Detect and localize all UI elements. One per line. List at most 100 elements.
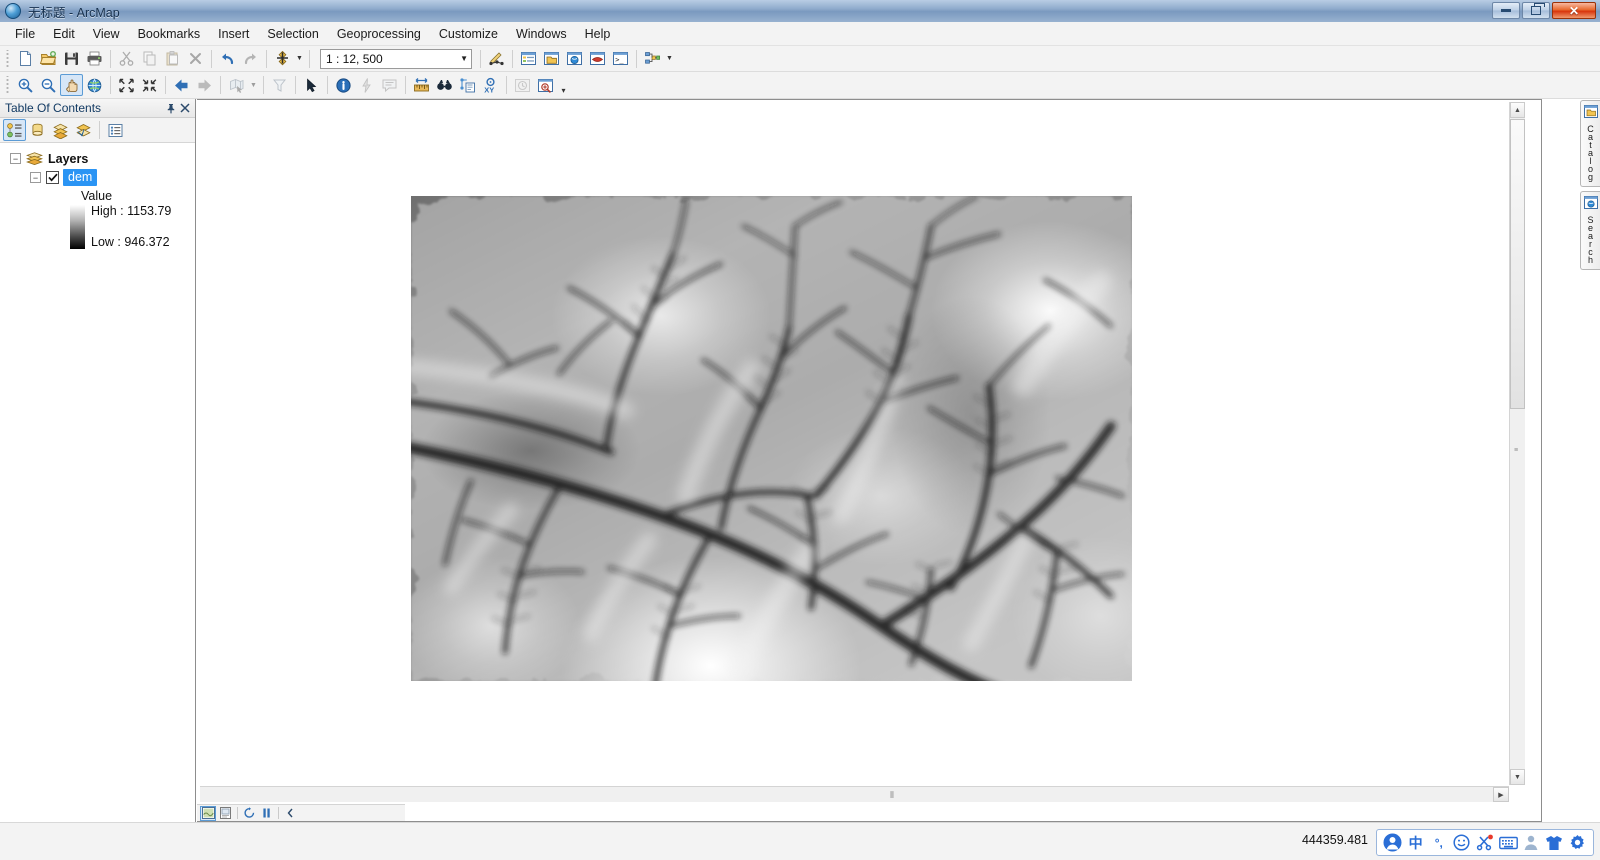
menu-bookmarks[interactable]: Bookmarks [129,24,210,44]
collapse-panel-icon[interactable] [282,806,298,821]
python-window-icon[interactable]: >_ [609,48,632,70]
editor-toolbar-icon[interactable] [485,48,508,70]
modelbuilder-dropdown-arrow[interactable]: ▼ [664,48,675,70]
ime-logo-icon[interactable] [1383,833,1403,853]
save-icon[interactable] [60,48,83,70]
undo-icon[interactable] [216,48,239,70]
go-back-icon[interactable] [170,74,193,96]
data-view-icon[interactable] [200,805,216,821]
table-of-contents-panel: Table Of Contents − Layers − dem Value H… [0,99,196,822]
print-icon[interactable] [83,48,106,70]
catalog-window-icon[interactable] [540,48,563,70]
standard-toolbar: ▼ 1 : 12, 500 ▼ >_ ▼ [0,46,1600,72]
list-by-drawing-order-icon[interactable] [3,119,26,141]
menu-insert[interactable]: Insert [209,24,258,44]
find-route-icon[interactable] [456,74,479,96]
vertical-scroll-thumb[interactable] [1510,119,1525,409]
zoom-in-icon[interactable] [14,74,37,96]
toolbar-grip[interactable] [4,76,11,94]
ime-toolbar[interactable]: 中 °, [1376,829,1594,856]
menu-customize[interactable]: Customize [430,24,507,44]
list-by-visibility-icon[interactable] [49,119,72,141]
right-dock-tabs: Catalog Search [1580,100,1600,274]
add-data-icon[interactable] [271,48,294,70]
chevron-down-icon[interactable]: ▼ [460,50,468,68]
menu-view[interactable]: View [84,24,129,44]
full-extent-icon[interactable] [83,74,106,96]
menu-selection[interactable]: Selection [258,24,327,44]
pan-icon[interactable] [60,74,83,96]
arctoolbox-icon[interactable] [586,48,609,70]
expander-dem[interactable]: − [30,172,41,183]
select-features-dropdown-arrow: ▼ [250,81,257,89]
find-icon[interactable] [433,74,456,96]
ime-settings-icon[interactable] [1567,833,1587,853]
ime-keyboard-icon[interactable] [1498,833,1518,853]
map-data-frame[interactable]: ▲ ≡ ▼ ⦀ ▶ [197,99,1542,822]
toolbar-separator [327,76,328,94]
layer-visibility-checkbox[interactable] [46,171,59,184]
scroll-right-button[interactable]: ▶ [1493,787,1509,802]
table-of-contents-icon[interactable] [517,48,540,70]
close-icon[interactable] [178,101,192,115]
pause-drawing-icon[interactable] [258,806,274,821]
scroll-down-button[interactable]: ▼ [1510,769,1525,785]
catalog-icon [1583,105,1598,121]
toolbar-separator [512,49,513,68]
clear-selection-icon [268,74,291,96]
toc-options-icon[interactable] [104,119,127,141]
refresh-view-icon[interactable] [241,806,257,821]
legend-low-label: Low : 946.372 [91,235,170,249]
ime-skin-icon[interactable] [1544,833,1564,853]
menu-edit[interactable]: Edit [44,24,84,44]
map-scale-combo[interactable]: 1 : 12, 500 ▼ [320,48,472,69]
close-button[interactable]: ✕ [1552,2,1596,19]
identify-icon[interactable] [332,74,355,96]
menu-windows[interactable]: Windows [507,24,576,44]
title-bar: 无标题 - ArcMap ✕ [0,0,1600,22]
toolbar-separator [480,49,481,68]
new-map-icon[interactable] [14,48,37,70]
go-to-xy-icon[interactable]: XY [479,74,502,96]
restore-button[interactable] [1522,2,1550,19]
minimize-button[interactable] [1492,2,1520,19]
dem-raster[interactable] [411,196,1132,681]
expander-layers[interactable]: − [10,153,21,164]
list-by-selection-icon[interactable] [72,119,95,141]
menu-file[interactable]: File [6,24,44,44]
toolbar-separator [110,49,111,68]
measure-icon[interactable] [410,74,433,96]
toc-root-layers[interactable]: − Layers [10,149,195,168]
zoom-out-icon[interactable] [37,74,60,96]
dock-tab-search[interactable]: Search [1580,191,1600,270]
fixed-zoom-in-icon[interactable] [115,74,138,96]
ime-user-icon[interactable] [1521,833,1541,853]
modelbuilder-icon[interactable] [641,48,664,70]
add-data-dropdown-arrow[interactable]: ▼ [294,48,305,70]
scroll-up-button[interactable]: ▲ [1510,102,1525,118]
list-by-source-icon[interactable] [26,119,49,141]
dock-tab-catalog[interactable]: Catalog [1580,100,1600,187]
map-vertical-scrollbar[interactable]: ▲ ≡ ▼ [1509,102,1525,785]
fixed-zoom-out-icon[interactable] [138,74,161,96]
search-window-icon[interactable] [563,48,586,70]
open-icon[interactable] [37,48,60,70]
ime-screenshot-icon[interactable] [1475,833,1495,853]
layout-view-icon[interactable] [217,806,233,821]
toc-title-bar: Table Of Contents [0,99,195,118]
ime-punctuation-icon[interactable]: °, [1429,833,1449,853]
menu-geoprocessing[interactable]: Geoprocessing [328,24,430,44]
vertical-scroll-grip: ≡ [1514,447,1520,454]
ime-emoji-icon[interactable] [1452,833,1472,853]
toc-layer-label[interactable]: dem [63,169,98,186]
toc-layer-dem[interactable]: − dem [30,168,195,187]
pin-icon[interactable] [164,101,178,115]
ime-language-icon[interactable]: 中 [1406,833,1426,853]
menu-help[interactable]: Help [576,24,620,44]
select-elements-icon[interactable] [300,74,323,96]
map-horizontal-scrollbar[interactable]: ⦀ ▶ [200,786,1509,802]
toolbar-overflow-icon[interactable]: ▾ [557,73,570,97]
toolbar-grip[interactable] [4,49,11,68]
create-viewer-window-icon[interactable] [534,74,557,96]
map-canvas[interactable]: ▲ ≡ ▼ ⦀ ▶ [200,102,1525,802]
